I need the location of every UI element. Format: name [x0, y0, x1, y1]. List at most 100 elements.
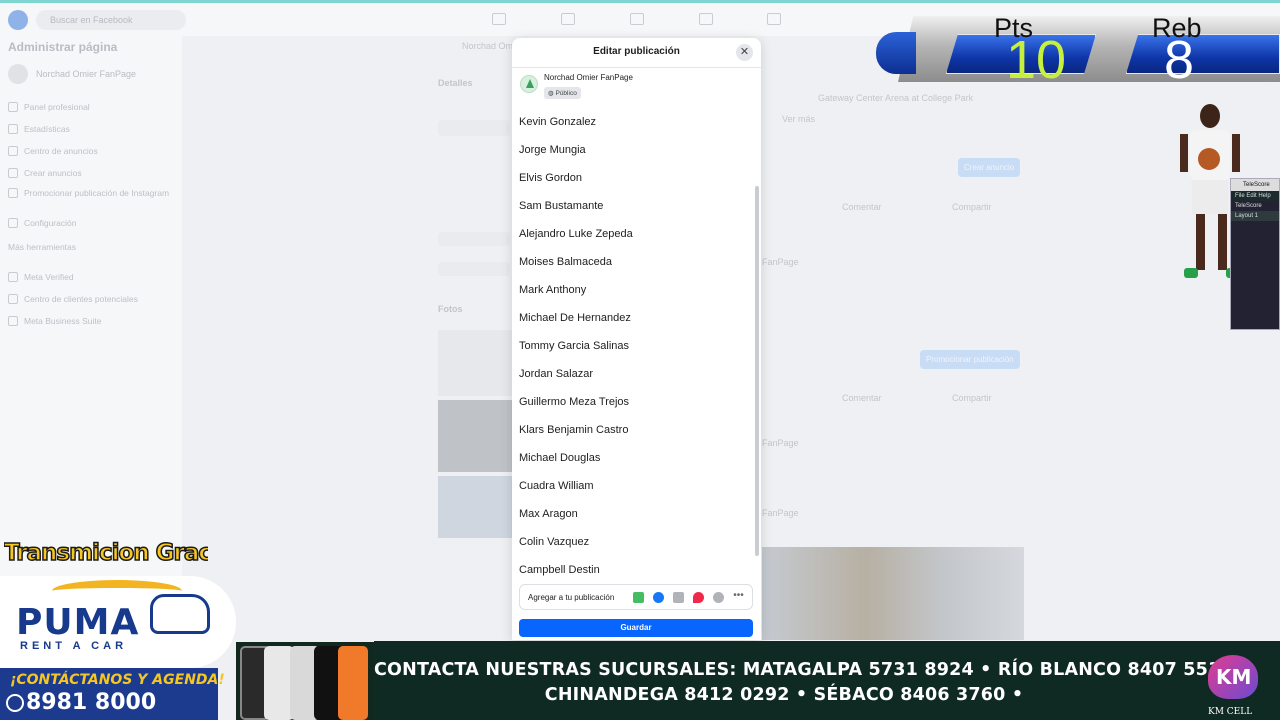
tagged-name: Elvis Gordon: [519, 172, 582, 184]
ad-center-icon: [8, 146, 18, 156]
telescore-titlebar[interactable]: TeleScore: [1231, 179, 1279, 191]
create-ad-button[interactable]: Crear anuncio: [958, 158, 1021, 177]
sidebar-item-label: Crear anuncios: [24, 168, 82, 178]
tagged-name: Jorge Mungia: [519, 144, 586, 156]
flag-icon[interactable]: [561, 13, 575, 25]
posts-column: Gateway Center Arena at College Park Ver…: [762, 60, 1024, 640]
post-photo[interactable]: [762, 547, 1024, 640]
search-input[interactable]: Buscar en Facebook: [36, 10, 186, 30]
dashboard-icon: [8, 102, 18, 112]
sidebar-item-label: Meta Business Suite: [24, 316, 102, 326]
player-shoe: [1184, 268, 1198, 278]
tagged-name: Mark Anthony: [519, 284, 587, 296]
close-icon[interactable]: ✕: [736, 44, 753, 61]
tagged-name: Jordan Salazar: [519, 368, 593, 380]
marketplace-icon[interactable]: [767, 13, 781, 25]
sidebar-item-meta-verified[interactable]: Meta Verified: [8, 272, 178, 282]
scoreboard-cap: [876, 32, 916, 74]
tagged-name: Kevin Gonzalez: [519, 116, 597, 128]
player-leg: [1196, 214, 1205, 270]
telescore-layout[interactable]: Layout 1: [1231, 211, 1279, 221]
tagged-name: Tommy Garcia Salinas: [519, 340, 630, 352]
page-header-name: Norchad Om: [462, 41, 514, 51]
share-button[interactable]: Compartir: [952, 202, 992, 212]
tag-people-icon[interactable]: [653, 591, 664, 603]
see-more-link[interactable]: Ver más: [782, 114, 815, 124]
reb-panel: [1126, 34, 1280, 74]
scrollbar[interactable]: [755, 186, 759, 556]
kmcell-line-1: CONTACTA NUESTRAS SUCURSALES: MATAGALPA …: [374, 660, 1251, 680]
home-icon[interactable]: [492, 13, 506, 25]
post-text-area[interactable]: Kevin Gonzalez Jorge Mungia Elvis Gordon…: [519, 108, 755, 584]
puma-brand-sub: RENT A CAR: [20, 640, 128, 652]
kmcell-logo-letters: KM: [1216, 665, 1252, 689]
promote-post-button[interactable]: Promocionar publicación: [920, 350, 1020, 369]
save-button[interactable]: Guardar: [519, 619, 753, 637]
video-icon[interactable]: [673, 591, 684, 603]
photo-icon[interactable]: [633, 591, 644, 603]
tagged-name: Max Aragon: [519, 508, 578, 520]
details-button[interactable]: [438, 232, 510, 246]
sidebar-section-more-tools[interactable]: Más herramientas: [8, 242, 178, 252]
basketball-icon: [1198, 148, 1220, 170]
location-icon[interactable]: [693, 591, 704, 603]
gear-icon: [8, 218, 18, 228]
megaphone-icon[interactable]: [699, 13, 713, 25]
globe-icon: ◍: [548, 90, 554, 97]
tagged-name: Sam Bustamante: [519, 200, 604, 212]
whatsapp-icon: [6, 694, 24, 712]
pts-value: 10: [1006, 30, 1067, 90]
reb-value: 8: [1164, 30, 1195, 90]
details-button[interactable]: [438, 120, 510, 136]
post-author: FanPage: [762, 257, 799, 267]
puma-logo: PUMA RENT A CAR: [0, 576, 236, 668]
sidebar-item-insights[interactable]: Estadísticas: [8, 124, 178, 134]
tagged-name: Guillermo Meza Trejos: [519, 396, 630, 408]
details-button[interactable]: [438, 262, 510, 276]
tagged-name: Colin Vazquez: [519, 536, 590, 548]
sidebar-item-leads-center[interactable]: Centro de clientes potenciales: [8, 294, 178, 304]
sidebar-page-switcher[interactable]: Norchad Omier FanPage: [8, 64, 136, 84]
facebook-logo-icon[interactable]: [8, 10, 28, 30]
puma-brand: PUMA: [16, 602, 140, 643]
share-button[interactable]: Compartir: [952, 393, 992, 403]
player-shorts: [1192, 180, 1228, 214]
kmcell-logo: KM: [1204, 653, 1260, 701]
telescore-menu[interactable]: File Edit Help: [1231, 191, 1279, 201]
dialog-header: Editar publicación ✕: [512, 38, 761, 68]
kmcell-ticker: CONTACTA NUESTRAS SUCURSALES: MATAGALPA …: [374, 641, 1280, 720]
phone-image: [338, 646, 368, 720]
photo-thumbnail[interactable]: [438, 476, 512, 538]
sidebar-item-settings[interactable]: Configuración: [8, 218, 178, 228]
comment-button[interactable]: Comentar: [842, 393, 882, 403]
contact-phone: 8981 8000: [26, 690, 157, 715]
leads-icon: [8, 294, 18, 304]
add-to-post-label: Agregar a tu publicación: [528, 592, 615, 602]
comment-button[interactable]: Comentar: [842, 202, 882, 212]
tagged-name: Klars Benjamin Castro: [519, 424, 629, 436]
instagram-icon: [8, 188, 18, 198]
tagged-name: Michael Douglas: [519, 452, 601, 464]
player-arm: [1232, 134, 1240, 172]
more-icon[interactable]: •••: [733, 590, 744, 603]
tagged-name: Michael De Hernandez: [519, 312, 631, 324]
phones-graphic: [236, 642, 374, 720]
add-to-post-bar: Agregar a tu publicación •••: [519, 584, 753, 610]
watch-icon[interactable]: [630, 13, 644, 25]
post-author: FanPage: [762, 438, 799, 448]
person-icon[interactable]: [713, 591, 724, 603]
sidebar-item-label: Centro de clientes potenciales: [24, 294, 138, 304]
privacy-selector[interactable]: ◍ Público: [544, 87, 581, 99]
sidebar-item-ad-center[interactable]: Centro de anuncios: [8, 146, 178, 156]
telescore-window[interactable]: TeleScore File Edit Help TeleScore Layou…: [1230, 178, 1280, 330]
sidebar-item-professional-dashboard[interactable]: Panel profesional: [8, 102, 178, 112]
sidebar-item-business-suite[interactable]: Meta Business Suite: [8, 316, 178, 326]
car-icon: [150, 594, 210, 634]
photo-thumbnail[interactable]: [438, 330, 512, 396]
author-name: Norchad Omier FanPage: [544, 73, 633, 82]
sidebar-item-promote-instagram[interactable]: Promocionar publicación de Instagram: [8, 188, 178, 198]
sidebar-item-create-ads[interactable]: Crear anuncios: [8, 168, 178, 178]
telescore-tab[interactable]: TeleScore: [1231, 201, 1279, 211]
photo-thumbnail[interactable]: [438, 400, 512, 472]
post-author: FanPage: [762, 508, 799, 518]
